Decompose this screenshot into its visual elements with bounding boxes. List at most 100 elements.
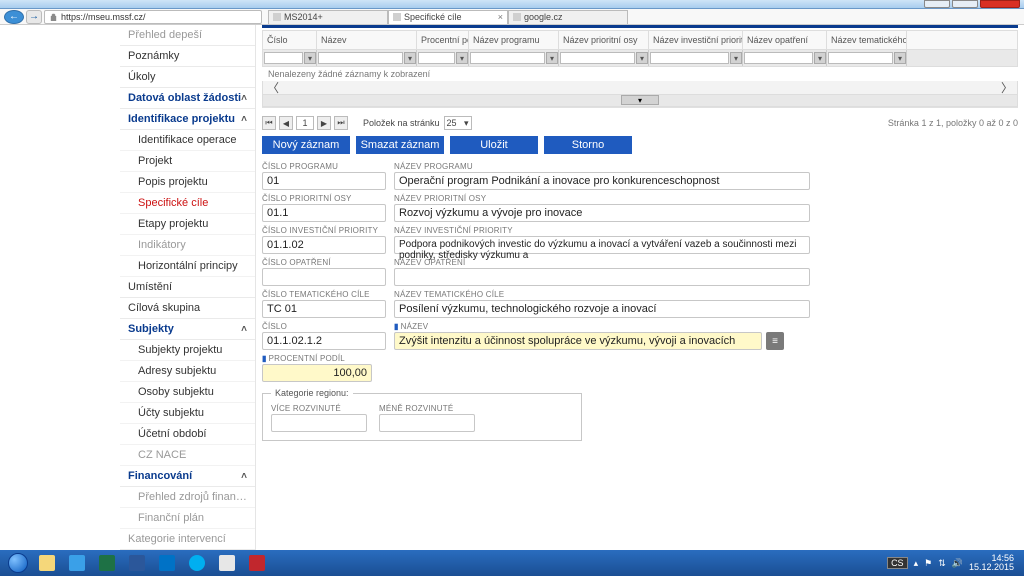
nazev-programu-field[interactable]: Operační program Podnikání a inovace pro… bbox=[394, 172, 810, 190]
sidebar-item-subjekty-projektu[interactable]: Subjekty projektu bbox=[120, 340, 255, 361]
grid-header-cell[interactable]: Název bbox=[317, 31, 417, 49]
sidebar-item-etapy-projektu[interactable]: Etapy projektu bbox=[120, 214, 255, 235]
cislo-tematickeho-cile-field[interactable]: TC 01 bbox=[262, 300, 386, 318]
nazev-prioritni-osy-field[interactable]: Rozvoj výzkumu a vývoje pro inovace bbox=[394, 204, 810, 222]
tray-language-indicator[interactable]: CS bbox=[887, 557, 908, 569]
sidebar-group-identifikace-projektu[interactable]: Identifikace projektu ˄ bbox=[120, 109, 255, 130]
sidebar-item-poznamky[interactable]: Poznámky bbox=[120, 46, 255, 67]
sidebar-item-ucetni-obdobi[interactable]: Účetní období bbox=[120, 424, 255, 445]
grid-header-cell[interactable]: Název opatření bbox=[743, 31, 827, 49]
grid-filter-input[interactable] bbox=[744, 52, 813, 64]
sidebar-item-cilova-skupina[interactable]: Cílová skupina bbox=[120, 298, 255, 319]
sidebar-item-prehled-zdroju[interactable]: Přehled zdrojů financování bbox=[120, 487, 255, 508]
sidebar-item-indikatory[interactable]: Indikátory bbox=[120, 235, 255, 256]
taskbar-app-ie[interactable] bbox=[63, 552, 91, 574]
taskbar-app-explorer[interactable] bbox=[33, 552, 61, 574]
grid-filter-input[interactable] bbox=[470, 52, 545, 64]
sidebar-item-identifikace-operace[interactable]: Identifikace operace bbox=[120, 130, 255, 151]
procentni-podil-field[interactable]: 100,00 bbox=[262, 364, 372, 382]
grid-filter-input[interactable] bbox=[650, 52, 729, 64]
grid-header-cell[interactable]: Název tematického bbox=[827, 31, 907, 49]
grid-header-cell[interactable]: Název programu bbox=[469, 31, 559, 49]
nazev-field[interactable]: Zvýšit intenzitu a účinnost spolupráce v… bbox=[394, 332, 762, 350]
window-minimize-button[interactable] bbox=[924, 0, 950, 8]
tray-flag-icon[interactable]: ⚑ bbox=[924, 558, 932, 569]
filter-funnel-icon[interactable]: ▾ bbox=[546, 52, 558, 64]
grid-filter-input[interactable] bbox=[560, 52, 635, 64]
filter-funnel-icon[interactable]: ▾ bbox=[404, 52, 416, 64]
sidebar-item-ucty-subjektu[interactable]: Účty subjektu bbox=[120, 403, 255, 424]
save-button[interactable]: Uložit bbox=[450, 136, 538, 154]
sidebar-item-popis-projektu[interactable]: Popis projektu bbox=[120, 172, 255, 193]
tray-clock[interactable]: 14:56 15.12.2015 bbox=[969, 554, 1014, 572]
filter-funnel-icon[interactable]: ▾ bbox=[814, 52, 826, 64]
tray-network-icon[interactable]: ⇅ bbox=[938, 558, 946, 569]
sidebar-item-ukoly[interactable]: Úkoly bbox=[120, 67, 255, 88]
pager-first-button[interactable]: ⏮ bbox=[262, 116, 276, 130]
grid-header-cell[interactable]: Název investiční priority bbox=[649, 31, 743, 49]
cislo-investicni-priority-field[interactable]: 01.1.02 bbox=[262, 236, 386, 254]
tray-volume-icon[interactable]: 🔊 bbox=[952, 558, 963, 569]
taskbar-app-acrobat[interactable] bbox=[243, 552, 271, 574]
address-bar[interactable]: https://mseu.mssf.cz/ bbox=[44, 10, 262, 24]
pager-next-button[interactable]: ▶ bbox=[317, 116, 331, 130]
taskbar-app-outlook[interactable] bbox=[153, 552, 181, 574]
browser-forward-button[interactable]: → bbox=[26, 10, 42, 24]
grid-header-cell[interactable]: Číslo bbox=[263, 31, 317, 49]
window-maximize-button[interactable] bbox=[952, 0, 978, 8]
mene-rozvinute-field[interactable] bbox=[379, 414, 475, 432]
sidebar-item-prehled-depesi[interactable]: Přehled depeší bbox=[120, 25, 255, 46]
vice-rozvinute-field[interactable] bbox=[271, 414, 367, 432]
sidebar-item-osoby-subjektu[interactable]: Osoby subjektu bbox=[120, 382, 255, 403]
cislo-programu-field[interactable]: 01 bbox=[262, 172, 386, 190]
pager-size-dropdown[interactable]: 25▾ bbox=[444, 116, 472, 130]
pager-prev-button[interactable]: ◀ bbox=[279, 116, 293, 130]
grid-row-selector-dropdown[interactable]: ▾ bbox=[621, 95, 659, 105]
grid-filter-input[interactable] bbox=[264, 52, 303, 64]
grid-scroll-left-icon[interactable]: 〈 bbox=[267, 79, 279, 96]
window-close-button[interactable] bbox=[980, 0, 1020, 8]
browser-tab-specificke-cile[interactable]: Specifické cíle × bbox=[388, 10, 508, 24]
filter-funnel-icon[interactable]: ▾ bbox=[304, 52, 316, 64]
sidebar-item-umisteni[interactable]: Umístění bbox=[120, 277, 255, 298]
grid-header-cell[interactable]: Procentní podíl bbox=[417, 31, 469, 49]
browser-tab-ms2014[interactable]: MS2014+ bbox=[268, 10, 388, 24]
tab-close-icon[interactable]: × bbox=[498, 12, 503, 22]
cislo-prioritni-osy-field[interactable]: 01.1 bbox=[262, 204, 386, 222]
sidebar-group-datova-oblast[interactable]: Datová oblast žádosti ˄ bbox=[120, 88, 255, 109]
sidebar-group-subjekty[interactable]: Subjekty ˄ bbox=[120, 319, 255, 340]
nazev-opatreni-field[interactable] bbox=[394, 268, 810, 286]
pager-last-button[interactable]: ⏭ bbox=[334, 116, 348, 130]
taskbar-app-word[interactable] bbox=[123, 552, 151, 574]
sidebar-item-financni-plan[interactable]: Finanční plán bbox=[120, 508, 255, 529]
grid-filter-input[interactable] bbox=[418, 52, 455, 64]
nazev-lookup-button[interactable]: ≡ bbox=[766, 332, 784, 350]
sidebar-item-adresy-subjektu[interactable]: Adresy subjektu bbox=[120, 361, 255, 382]
browser-tab-google[interactable]: google.cz bbox=[508, 10, 628, 24]
sidebar-item-horizontalni-principy[interactable]: Horizontální principy bbox=[120, 256, 255, 277]
filter-funnel-icon[interactable]: ▾ bbox=[730, 52, 742, 64]
cislo-field[interactable]: 01.1.02.1.2 bbox=[262, 332, 386, 350]
browser-back-button[interactable]: ← bbox=[4, 10, 24, 24]
nazev-tematickeho-cile-field[interactable]: Posílení výzkumu, technologického rozvoj… bbox=[394, 300, 810, 318]
pager-current-page[interactable]: 1 bbox=[296, 116, 314, 130]
cancel-button[interactable]: Storno bbox=[544, 136, 632, 154]
sidebar-item-specificke-cile[interactable]: Specifické cíle bbox=[120, 193, 255, 214]
new-record-button[interactable]: Nový záznam bbox=[262, 136, 350, 154]
taskbar-app-skype[interactable] bbox=[183, 552, 211, 574]
nazev-investicni-priority-field[interactable]: Podpora podnikových investic do výzkumu … bbox=[394, 236, 810, 254]
sidebar-item-cz-nace[interactable]: CZ NACE bbox=[120, 445, 255, 466]
grid-filter-input[interactable] bbox=[318, 52, 403, 64]
grid-filter-input[interactable] bbox=[828, 52, 893, 64]
filter-funnel-icon[interactable]: ▾ bbox=[456, 52, 468, 64]
sidebar-item-projekt[interactable]: Projekt bbox=[120, 151, 255, 172]
taskbar-app-excel[interactable] bbox=[93, 552, 121, 574]
sidebar-group-financovani[interactable]: Financování ˄ bbox=[120, 466, 255, 487]
delete-record-button[interactable]: Smazat záznam bbox=[356, 136, 444, 154]
start-button[interactable] bbox=[4, 550, 32, 576]
taskbar-app-generic1[interactable] bbox=[213, 552, 241, 574]
cislo-opatreni-field[interactable] bbox=[262, 268, 386, 286]
tray-chevron-up-icon[interactable]: ▴ bbox=[914, 558, 919, 569]
filter-funnel-icon[interactable]: ▾ bbox=[636, 52, 648, 64]
filter-funnel-icon[interactable]: ▾ bbox=[894, 52, 906, 64]
